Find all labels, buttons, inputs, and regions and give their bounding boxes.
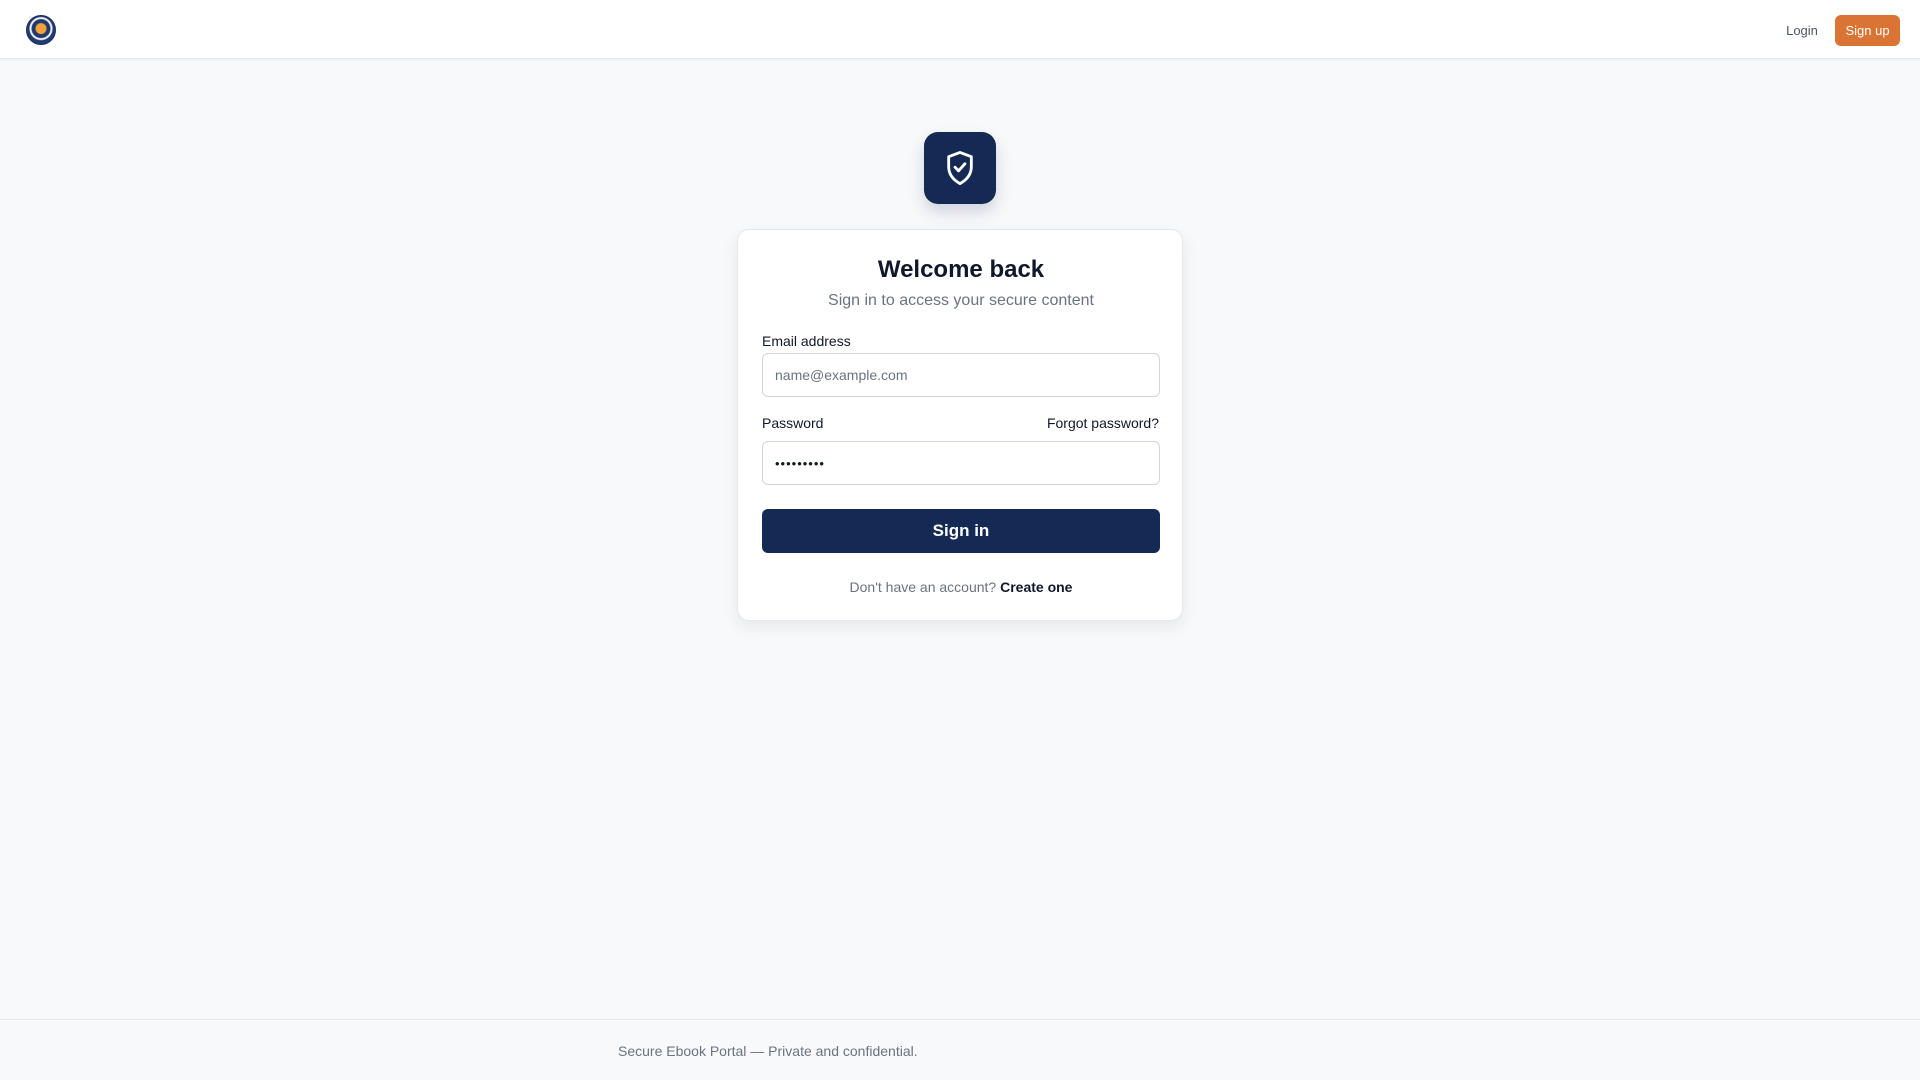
no-account-text: Don't have an account? [849, 579, 997, 595]
signin-card: Welcome back Sign in to access your secu… [737, 229, 1183, 621]
password-field[interactable] [762, 441, 1160, 485]
create-account-link[interactable]: Create one [1000, 579, 1072, 595]
login-link[interactable]: Login [1772, 16, 1832, 44]
top-navbar: Login Sign up [0, 0, 1920, 59]
password-label: Password [762, 415, 824, 431]
card-subtitle: Sign in to access your secure content [828, 292, 1094, 309]
shield-check-icon [947, 151, 973, 185]
create-account-line: Don't have an account? Create one [738, 579, 1184, 595]
shield-badge [924, 132, 996, 204]
card-title: Welcome back [877, 256, 1045, 283]
emblem-logo-icon[interactable] [26, 15, 56, 45]
email-label: Email address [762, 333, 851, 349]
footer-text: Secure Ebook Portal — Private and confid… [618, 1043, 918, 1059]
forgot-password-link[interactable]: Forgot password? [1047, 415, 1159, 431]
sign-in-button[interactable]: Sign in [762, 509, 1160, 553]
page-footer: Secure Ebook Portal — Private and confid… [0, 1019, 1920, 1080]
signup-button[interactable]: Sign up [1835, 15, 1900, 46]
email-field[interactable] [762, 353, 1160, 397]
